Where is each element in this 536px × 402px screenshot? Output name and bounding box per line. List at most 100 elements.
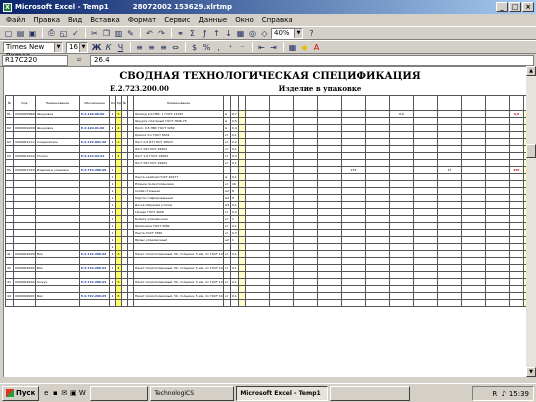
cell-i[interactable] <box>437 250 462 258</box>
cell[interactable] <box>238 264 246 272</box>
cell-name[interactable]: Шнуровка <box>35 110 80 118</box>
cell-i[interactable] <box>437 215 462 223</box>
maximize-button[interactable]: □ <box>509 2 521 12</box>
cell-i[interactable] <box>437 131 462 139</box>
cell-u[interactable]: м3 <box>223 201 231 209</box>
cell-h[interactable] <box>389 180 414 188</box>
cell-h[interactable] <box>389 271 414 279</box>
cell-h[interactable] <box>389 117 414 125</box>
cell[interactable] <box>245 264 270 272</box>
cell[interactable] <box>461 257 486 265</box>
cell-i[interactable] <box>437 201 462 209</box>
cell[interactable] <box>238 271 246 279</box>
help-icon[interactable]: ? <box>306 28 317 39</box>
cell[interactable] <box>293 159 318 167</box>
cell[interactable] <box>293 117 318 125</box>
cell-i[interactable]: 27 <box>437 166 462 174</box>
cell[interactable] <box>293 264 318 272</box>
cell-mat[interactable]: Лист 08 ГОСТ 19904 <box>133 145 224 153</box>
cell-des[interactable] <box>79 194 110 202</box>
cell[interactable] <box>317 236 342 244</box>
cell-des[interactable] <box>79 145 110 153</box>
scroll-thumb[interactable] <box>526 144 536 158</box>
cell-k[interactable]: 0,1 <box>230 131 239 139</box>
paste-icon[interactable]: ▥ <box>113 28 124 39</box>
cell[interactable] <box>245 180 270 188</box>
cell[interactable] <box>269 138 294 146</box>
cell-des[interactable]: Е.2.722.200.02 <box>79 250 110 258</box>
cell-f[interactable] <box>341 278 366 286</box>
cell-mat[interactable] <box>133 285 224 293</box>
cell-red1[interactable] <box>509 180 524 188</box>
formula-input[interactable]: 26.4 <box>90 54 534 66</box>
cell-i[interactable] <box>437 222 462 230</box>
cell[interactable] <box>238 236 246 244</box>
cell[interactable] <box>413 236 438 244</box>
cell[interactable] <box>269 159 294 167</box>
cell-red1[interactable] <box>509 271 524 279</box>
cell-i[interactable] <box>437 138 462 146</box>
cell[interactable] <box>365 271 390 279</box>
cell[interactable] <box>245 145 270 153</box>
cell-name[interactable] <box>35 208 80 216</box>
name-box[interactable]: R17C220 <box>2 54 68 66</box>
merge-center-icon[interactable]: ⇔ <box>170 42 181 53</box>
cell[interactable] <box>269 229 294 237</box>
cell-n[interactable] <box>5 215 14 223</box>
cell-code[interactable]: 00000010000 <box>13 124 36 132</box>
quicklaunch-explorer-icon[interactable]: ▣ <box>69 389 77 397</box>
cell[interactable] <box>269 201 294 209</box>
cell[interactable] <box>365 110 390 118</box>
cell[interactable] <box>485 180 510 188</box>
cell[interactable] <box>413 292 438 300</box>
cell-red1[interactable] <box>509 215 524 223</box>
cell-n[interactable] <box>5 222 14 230</box>
cell-code[interactable]: 00000012222 <box>13 152 36 160</box>
sort-asc-icon[interactable]: ↑ <box>211 28 222 39</box>
cell[interactable] <box>238 243 246 251</box>
cell-k[interactable]: 1 <box>230 236 239 244</box>
cell[interactable] <box>413 110 438 118</box>
cell-h[interactable] <box>389 215 414 223</box>
cell[interactable] <box>293 292 318 300</box>
cell-f[interactable] <box>341 271 366 279</box>
cell[interactable] <box>269 131 294 139</box>
cell[interactable] <box>238 124 246 132</box>
cell-u[interactable]: кг <box>223 229 231 237</box>
vertical-scrollbar[interactable]: ▲ ▼ <box>526 66 536 377</box>
cell-name[interactable] <box>35 187 80 195</box>
cell[interactable] <box>461 250 486 258</box>
quicklaunch-word-icon[interactable]: W <box>78 389 86 397</box>
cell-code[interactable] <box>13 208 36 216</box>
cell-k[interactable]: 0,1 <box>230 264 239 272</box>
cell-name[interactable]: Уголок <box>35 152 80 160</box>
cell-i[interactable] <box>437 208 462 216</box>
cell[interactable] <box>238 208 246 216</box>
cell-f[interactable] <box>341 145 366 153</box>
cell-k[interactable]: 0,2 <box>230 138 239 146</box>
cell-code[interactable] <box>13 243 36 251</box>
cell[interactable] <box>269 285 294 293</box>
cell[interactable] <box>269 124 294 132</box>
cell[interactable] <box>413 117 438 125</box>
cell[interactable] <box>269 173 294 181</box>
cell-u[interactable]: шт <box>223 187 231 195</box>
cell[interactable] <box>245 215 270 223</box>
cell-h[interactable] <box>389 166 414 174</box>
cell-f[interactable] <box>341 236 366 244</box>
cell[interactable] <box>293 250 318 258</box>
cell[interactable] <box>317 285 342 293</box>
cell-code[interactable] <box>13 299 36 307</box>
cell-mat[interactable]: Лента клейкая ГОСТ 20477 <box>133 173 224 181</box>
cell[interactable] <box>293 243 318 251</box>
quicklaunch-desktop-icon[interactable]: ▪ <box>51 389 59 397</box>
cell-n[interactable] <box>5 173 14 181</box>
cell-u[interactable]: кг <box>223 278 231 286</box>
cell-n[interactable]: 44 <box>5 292 14 300</box>
cell-n[interactable] <box>5 271 14 279</box>
cell-name[interactable] <box>35 243 80 251</box>
cell[interactable] <box>245 110 270 118</box>
cell[interactable] <box>413 201 438 209</box>
increase-decimal-icon[interactable]: ⁺ <box>225 42 236 53</box>
cell-f[interactable] <box>341 292 366 300</box>
